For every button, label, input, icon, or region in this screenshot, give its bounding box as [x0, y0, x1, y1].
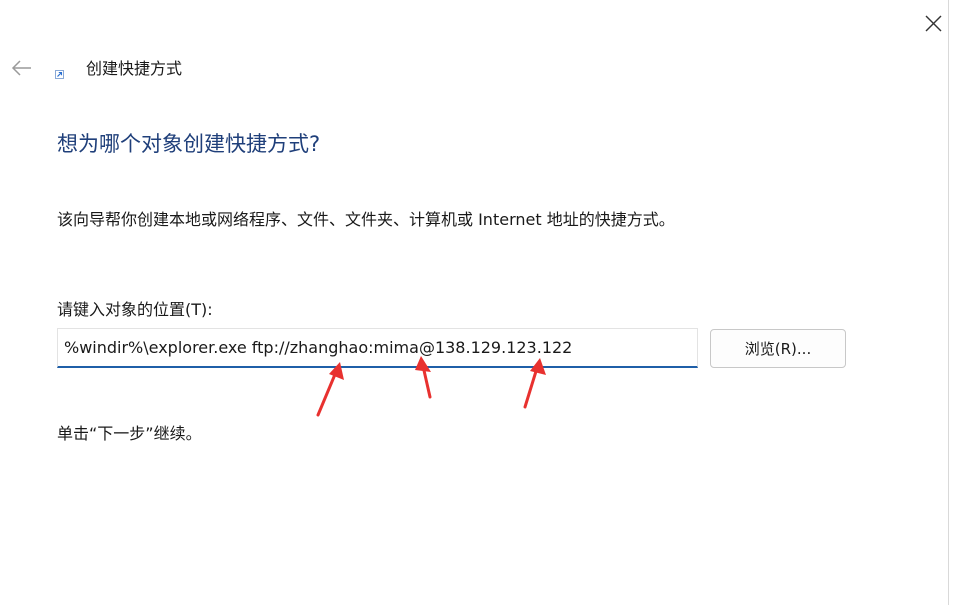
browse-button[interactable]: 浏览(R)...	[710, 329, 846, 368]
close-icon	[925, 15, 942, 32]
close-button[interactable]	[918, 8, 948, 38]
back-arrow-icon	[11, 60, 31, 76]
back-button[interactable]	[6, 54, 36, 84]
page-heading: 想为哪个对象创建快捷方式?	[57, 132, 321, 156]
annotation-arrow-icon	[523, 358, 546, 409]
continue-hint: 单击“下一步”继续。	[57, 424, 202, 443]
create-shortcut-window: 创建快捷方式 想为哪个对象创建快捷方式? 该向导帮你创建本地或网络程序、文件、文…	[0, 0, 954, 605]
annotation-arrow-icon	[316, 362, 344, 417]
window-border	[948, 0, 949, 605]
window-title: 创建快捷方式	[86, 59, 183, 78]
wizard-description: 该向导帮你创建本地或网络程序、文件、文件夹、计算机或 Internet 地址的快…	[57, 210, 675, 229]
shortcut-icon	[55, 70, 64, 79]
location-input[interactable]	[57, 328, 698, 368]
location-label: 请键入对象的位置(T):	[57, 300, 213, 319]
annotation-arrow-icon	[415, 356, 432, 399]
